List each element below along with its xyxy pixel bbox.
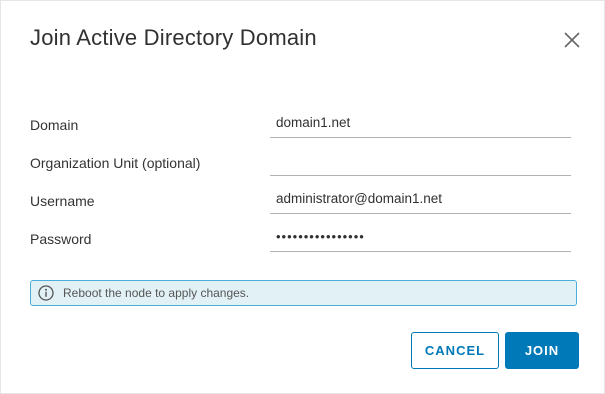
join-ad-domain-dialog: Join Active Directory Domain Domain Orga…: [0, 0, 605, 394]
info-icon: [38, 285, 54, 301]
dialog-title: Join Active Directory Domain: [30, 25, 317, 50]
password-label: Password: [30, 231, 92, 247]
password-input[interactable]: [270, 221, 571, 252]
org-unit-label: Organization Unit (optional): [30, 155, 201, 171]
cancel-button[interactable]: CANCEL: [411, 332, 499, 369]
username-row: Username: [30, 183, 571, 215]
close-icon[interactable]: [562, 30, 582, 50]
domain-row: Domain: [30, 107, 571, 139]
password-row: Password: [30, 221, 571, 253]
username-label: Username: [30, 193, 95, 209]
info-alert: Reboot the node to apply changes.: [30, 280, 577, 306]
org-unit-row: Organization Unit (optional): [30, 145, 571, 177]
domain-input[interactable]: [270, 107, 571, 138]
join-button[interactable]: JOIN: [505, 332, 579, 369]
domain-label: Domain: [30, 117, 79, 133]
username-input[interactable]: [270, 183, 571, 214]
alert-message: Reboot the node to apply changes.: [63, 286, 250, 300]
org-unit-input[interactable]: [270, 145, 571, 176]
